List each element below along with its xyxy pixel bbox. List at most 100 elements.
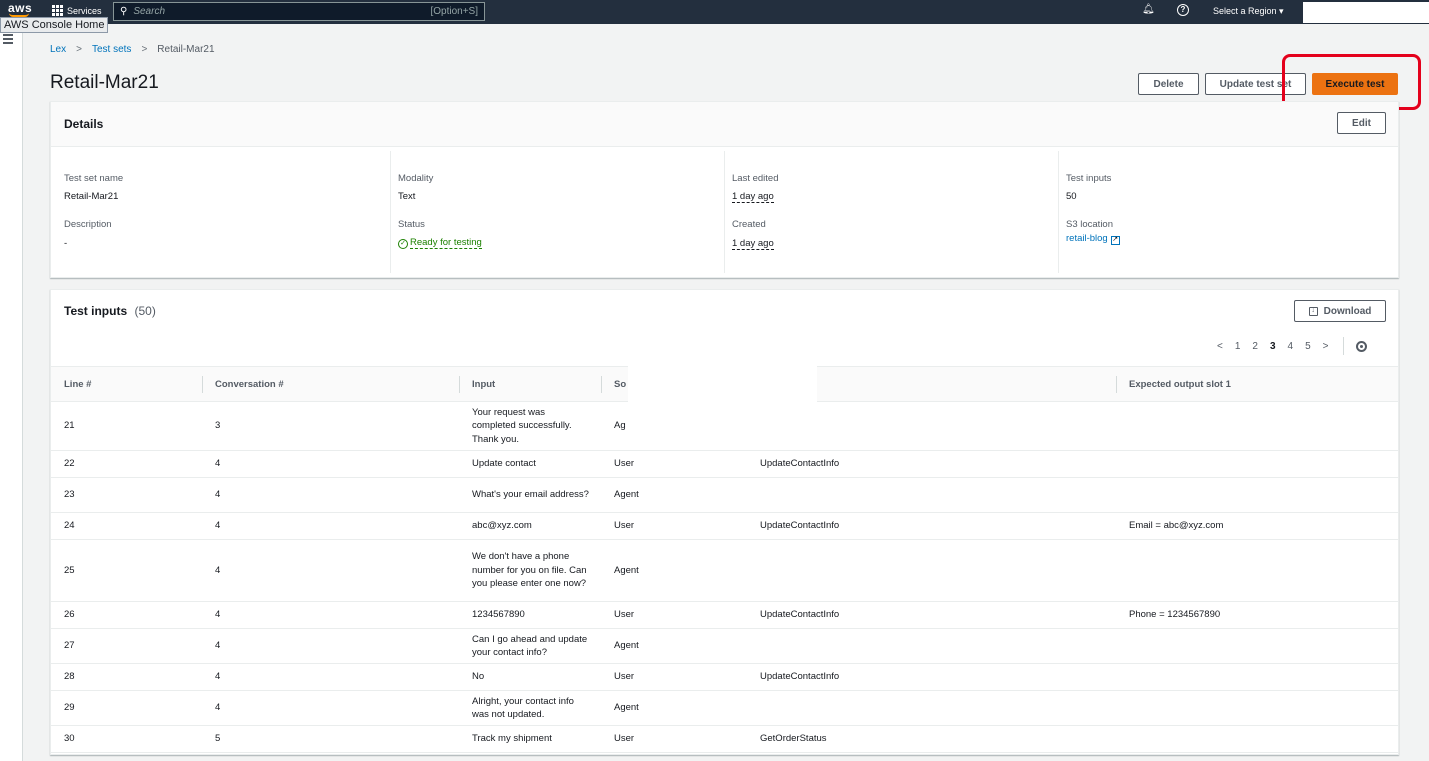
download-button[interactable]: ↓ Download	[1294, 300, 1386, 322]
search-input[interactable]: ⚲ Search [Option+S]	[113, 2, 485, 21]
search-icon: ⚲	[120, 6, 128, 17]
gear-icon[interactable]	[1355, 340, 1367, 352]
cell-input: Your request was completed successfully.…	[459, 401, 601, 451]
cell-line: 22	[51, 450, 202, 478]
chevron-right-icon[interactable]: >	[1323, 341, 1329, 352]
side-navigation-strip	[0, 24, 23, 761]
cell-input-text: We don't have a phone number for you on …	[472, 551, 587, 590]
cell-input-text: Update contact	[472, 458, 536, 470]
delete-button[interactable]: Delete	[1138, 73, 1199, 95]
cell-output-intent	[747, 690, 1116, 726]
cell-output-intent: UpdateContactInfo	[747, 663, 1116, 691]
cell-line: 27	[51, 628, 202, 664]
edit-button[interactable]: Edit	[1337, 112, 1386, 134]
download-label: Download	[1323, 305, 1372, 317]
chevron-left-icon[interactable]: <	[1217, 341, 1223, 352]
services-menu[interactable]: Services	[52, 5, 102, 16]
cell-line: 28	[51, 663, 202, 691]
cell-input-text: Your request was completed successfully.…	[472, 406, 572, 445]
modality-value: Text	[398, 191, 416, 202]
cell-input-text: 1234567890	[472, 609, 525, 621]
search-placeholder: Search	[133, 6, 166, 17]
cell-conversation: 4	[202, 690, 459, 726]
breadcrumb: Lex > Test sets > Retail-Mar21	[50, 44, 215, 55]
cell-source: User	[601, 725, 747, 753]
table-row: 23 4 What's your email address? Agent	[51, 477, 1398, 513]
col-input[interactable]: Input	[459, 366, 601, 402]
test-inputs-value: 50	[1066, 191, 1077, 202]
table-row: 29 4 Alright, your contact info was not up…	[51, 690, 1398, 726]
page-2[interactable]: 2	[1252, 341, 1258, 352]
cell-source: User	[601, 601, 747, 629]
cell-output-intent: GetOrderStatus	[747, 725, 1116, 753]
cell-input-text: Can I go ahead and update your contact i…	[472, 633, 588, 659]
s3-location-label: S3 location	[1066, 219, 1114, 230]
cell-input: 1234567890	[459, 601, 601, 629]
cell-conversation: 4	[202, 539, 459, 602]
created-value[interactable]: 1 day ago	[732, 238, 774, 250]
status-text[interactable]: Ready for testing	[410, 237, 482, 249]
cell-source: User	[601, 450, 747, 478]
cell-conversation: 4	[202, 663, 459, 691]
cell-line: 25	[51, 539, 202, 602]
cell-expected-slot: Email = abc@xyz.com	[1116, 512, 1398, 540]
download-icon: ↓	[1308, 306, 1318, 316]
help-icon[interactable]: ?	[1177, 4, 1189, 16]
last-edited-label: Last edited	[732, 173, 779, 184]
cell-input-text: Alright, your contact info was not updat…	[472, 695, 574, 721]
cell-source: Agent	[601, 539, 747, 602]
cell-conversation: 4	[202, 477, 459, 513]
region-selector[interactable]: Select a Region ▾	[1213, 6, 1284, 17]
test-set-name-value: Retail-Mar21	[64, 191, 119, 202]
details-header: Details Edit	[51, 102, 1398, 147]
cell-input-text: What's your email address?	[472, 489, 589, 501]
s3-location-value[interactable]: retail-blog ↗	[1066, 233, 1120, 245]
cell-input-text: Track my shipment	[472, 733, 552, 745]
col-conversation[interactable]: Conversation #	[202, 366, 459, 402]
cell-output-intent: UpdateContactInfo	[747, 601, 1116, 629]
breadcrumb-lex[interactable]: Lex	[50, 44, 66, 55]
test-set-name-label: Test set name	[64, 173, 124, 184]
page-4[interactable]: 4	[1288, 341, 1294, 352]
cell-source: User	[601, 512, 747, 540]
table-row: 27 4 Can I go ahead and update your contac…	[51, 628, 1398, 664]
details-panel: Details Edit Test set name Retail-Mar21 …	[50, 101, 1399, 278]
breadcrumb-current: Retail-Mar21	[157, 44, 215, 55]
cell-expected-slot	[1116, 663, 1398, 691]
grid-icon	[52, 5, 63, 16]
services-label: Services	[67, 5, 102, 16]
cell-source: Agent	[601, 477, 747, 513]
page-5[interactable]: 5	[1305, 341, 1311, 352]
cell-output-intent: UpdateContactInfo	[747, 512, 1116, 540]
cell-expected-slot	[1116, 477, 1398, 513]
chevron-right-icon: >	[76, 44, 82, 55]
col-line[interactable]: Line #	[51, 366, 202, 402]
col-expected-slot[interactable]: Expected output slot 1	[1116, 366, 1398, 402]
cell-output-intent	[747, 401, 1116, 451]
page-3[interactable]: 3	[1270, 341, 1276, 352]
test-inputs-title-text: Test inputs	[64, 304, 128, 318]
test-inputs-title: Test inputs (50)	[64, 304, 156, 318]
cell-input: No	[459, 663, 601, 691]
cell-expected-slot	[1116, 690, 1398, 726]
bell-icon[interactable]: 🔔︎	[1142, 4, 1155, 15]
chevron-right-icon: >	[141, 44, 148, 55]
page-1[interactable]: 1	[1235, 341, 1241, 352]
breadcrumb-test-sets[interactable]: Test sets	[92, 44, 131, 55]
last-edited-value[interactable]: 1 day ago	[732, 191, 774, 203]
redaction-box	[628, 314, 817, 402]
details-column-4: Test inputs 50 S3 location retail-blog ↗	[1053, 151, 1398, 273]
account-menu[interactable]	[1303, 2, 1429, 23]
table-row: 28 4 No User UpdateContactInfo	[51, 663, 1398, 691]
table-row: 24 4 abc@xyz.com User UpdateContactInfo Email…	[51, 512, 1398, 540]
cell-expected-slot: Phone = 1234567890	[1116, 601, 1398, 629]
created-label: Created	[732, 219, 766, 230]
test-inputs-label: Test inputs	[1066, 173, 1112, 184]
menu-icon[interactable]	[3, 34, 13, 46]
cell-input-text: abc@xyz.com	[472, 520, 532, 532]
s3-link[interactable]: retail-blog	[1066, 233, 1108, 244]
details-title: Details	[64, 117, 104, 131]
cell-conversation: 4	[202, 628, 459, 664]
table-row: 21 3 Your request was completed successful…	[51, 401, 1398, 451]
cell-expected-slot	[1116, 539, 1398, 602]
